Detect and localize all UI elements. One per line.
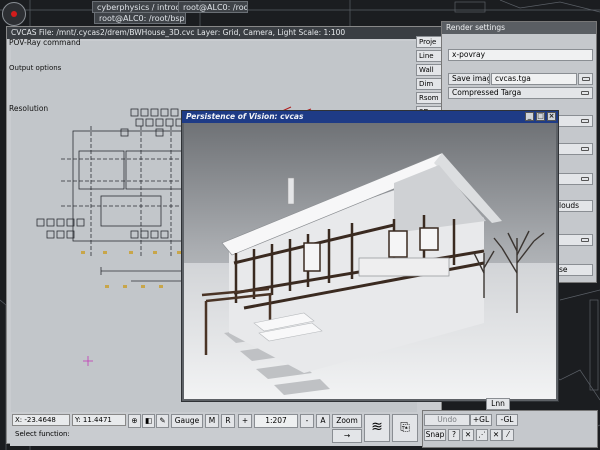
image-format-value: Compressed Targa	[452, 88, 522, 97]
m-button[interactable]: M	[205, 414, 219, 428]
povray-command-input[interactable]: x-povray	[448, 49, 593, 61]
taskbar-item-terminal-tmp[interactable]: root@ALC0: /root/tmp	[178, 1, 248, 13]
page-icon[interactable]: ⎘	[392, 414, 418, 442]
resolution-label: Resolution	[9, 104, 49, 113]
system-menu-icon[interactable]	[2, 2, 26, 26]
browse-file-button[interactable]	[578, 73, 593, 85]
minimize-icon[interactable]: _	[525, 112, 534, 121]
close-icon[interactable]: ×	[547, 112, 556, 121]
gl-minus-button[interactable]: -GL	[496, 414, 518, 426]
image-format-select[interactable]: Compressed Targa	[448, 87, 593, 99]
command-prompt: Select function:	[12, 428, 126, 440]
tool-projection-button[interactable]: Proje	[416, 36, 442, 48]
output-options-label: Output options	[9, 64, 62, 72]
snap-x-icon[interactable]: ✕	[462, 429, 474, 441]
cvcas-title: CVCAS File: /mnt/.cycas2/drem/BWHouse_3D…	[11, 28, 346, 37]
gl-plus-button[interactable]: +GL	[470, 414, 492, 426]
gauge-button[interactable]: Gauge	[171, 414, 203, 428]
scale-field[interactable]: 1:207	[254, 414, 298, 428]
undo-button[interactable]: Undo	[424, 414, 470, 426]
r-button[interactable]: R	[221, 414, 235, 428]
y-coordinate: Y: 11.4471	[72, 414, 126, 426]
tool-dimension-button[interactable]: Dim	[416, 78, 442, 90]
povray-render-window: Persistence of Vision: cvcas _ □ ×	[181, 110, 559, 402]
help-button[interactable]: ?	[448, 429, 460, 441]
snap-diagonal-icon[interactable]: ⁄	[502, 429, 514, 441]
link-button[interactable]: Lnn	[486, 398, 510, 410]
render-option-select[interactable]	[555, 234, 593, 246]
render-settings-title-bar[interactable]: Render settings	[442, 22, 596, 34]
povray-title-bar[interactable]: Persistence of Vision: cvcas _ □ ×	[182, 111, 558, 123]
rendered-house-image	[184, 123, 556, 399]
target-icon[interactable]: ⊕	[128, 414, 141, 428]
antialias-select[interactable]	[555, 173, 593, 185]
tool-wall-button[interactable]: Wall	[416, 64, 442, 76]
maximize-icon[interactable]: □	[536, 112, 545, 121]
snap-button[interactable]: Snap	[424, 429, 446, 441]
save-image-filename-input[interactable]: cvcas.tga	[491, 73, 577, 85]
snap-cross-icon[interactable]: ✕	[490, 429, 502, 441]
tool-line-button[interactable]: Line	[416, 50, 442, 62]
snap-grid-icon[interactable]: ⋰	[476, 429, 488, 441]
povray-command-label: POV-Ray command	[9, 38, 81, 47]
pencil-icon[interactable]: ✎	[156, 414, 169, 428]
zoom-out-button[interactable]: -	[300, 414, 314, 428]
a-button[interactable]: A	[316, 414, 330, 428]
layers-icon[interactable]: ≋	[364, 414, 390, 442]
pan-right-button[interactable]: →	[332, 429, 362, 443]
zoom-button[interactable]: Zoom	[332, 414, 362, 428]
close-button[interactable]: se	[555, 264, 593, 276]
quality-select[interactable]	[555, 143, 593, 155]
render-settings-title: Render settings	[446, 23, 505, 32]
clouds-option[interactable]: louds	[555, 200, 593, 212]
taskbar-item-terminal-bsp[interactable]: root@ALC0: /root/bsp	[94, 12, 186, 24]
fill-icon[interactable]: ◧	[142, 414, 155, 428]
tool-room-button[interactable]: Rsom	[416, 92, 442, 104]
povray-title: Persistence of Vision: cvcas	[186, 112, 304, 121]
x-coordinate: X: -23.4648	[12, 414, 70, 426]
zoom-in-button[interactable]: +	[238, 414, 252, 428]
save-image-button[interactable]: Save image	[448, 73, 490, 85]
resolution-select[interactable]	[555, 115, 593, 127]
